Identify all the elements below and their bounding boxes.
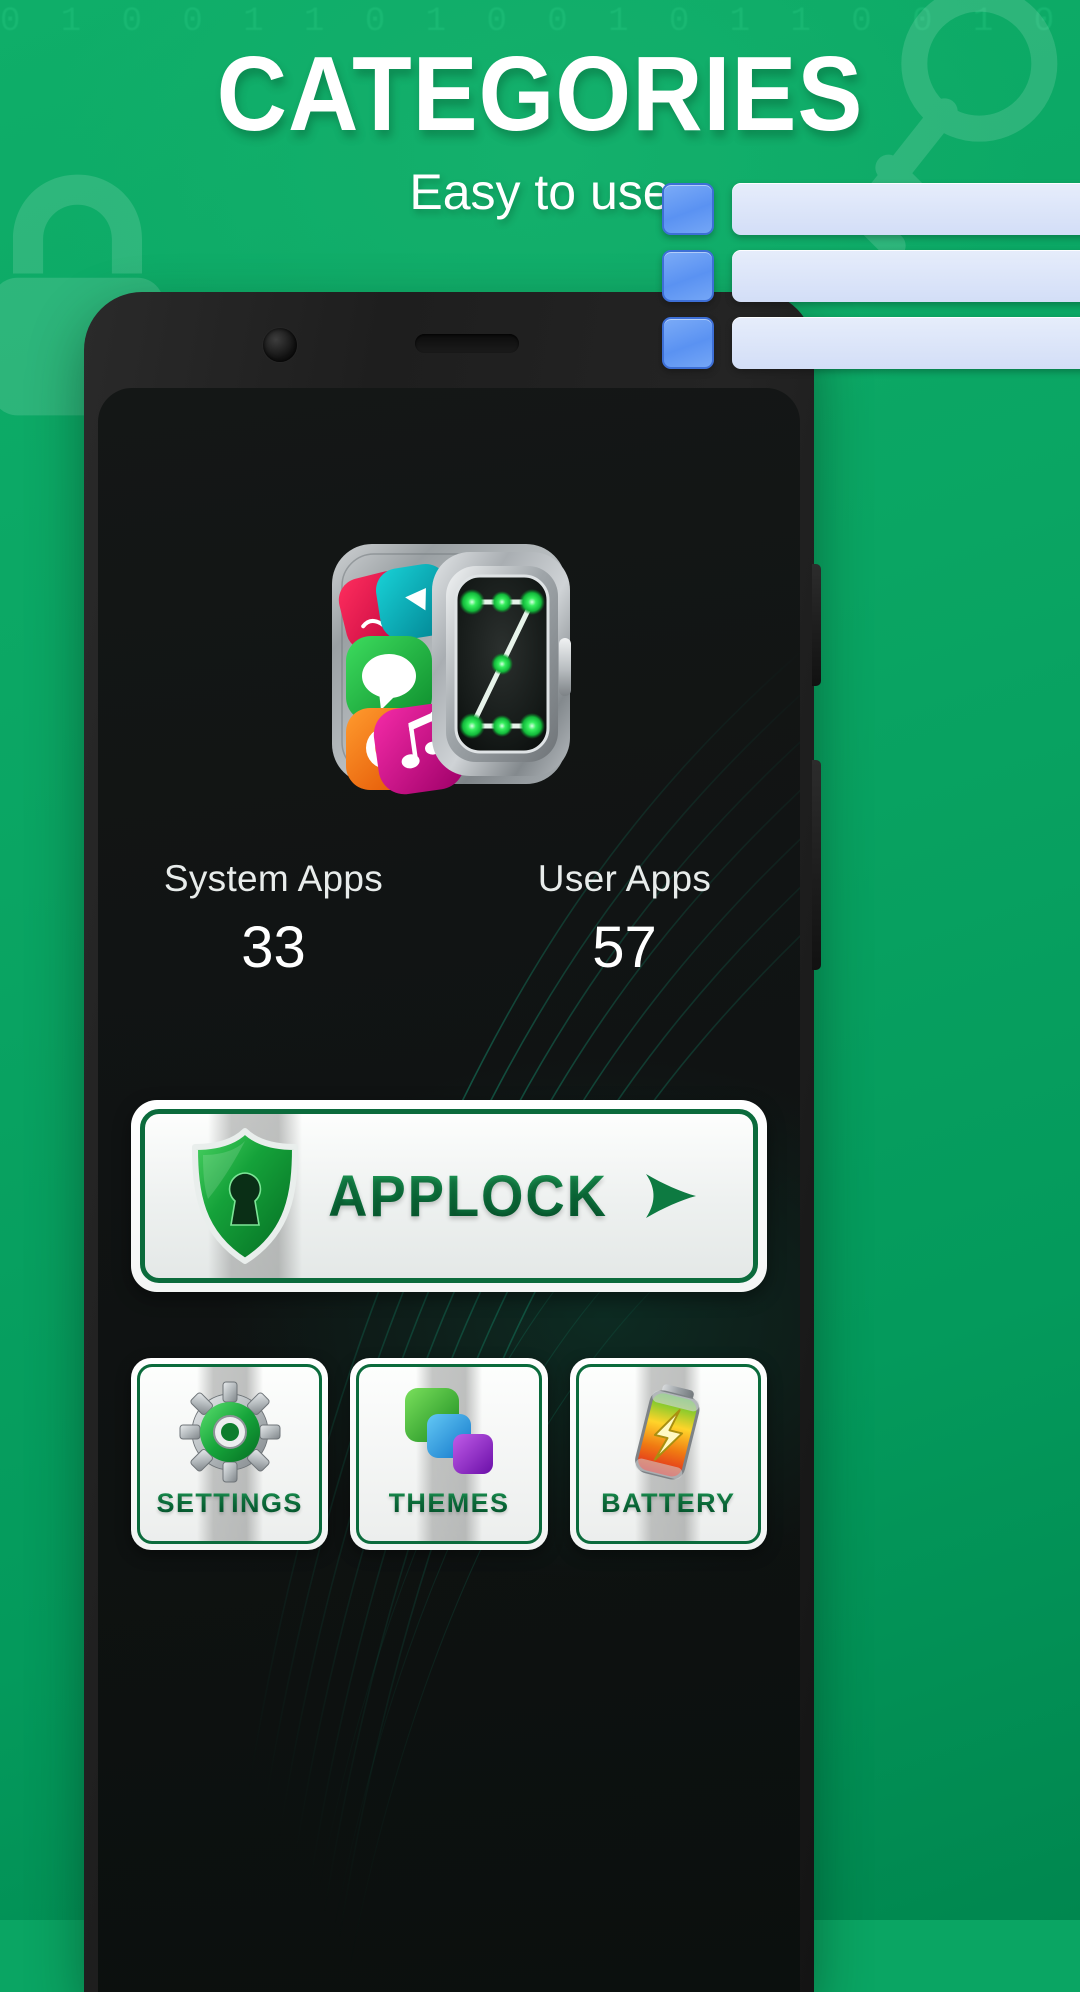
applock-button-inner: APPLOCK	[140, 1109, 758, 1283]
category-card-themes[interactable]: THEMES	[350, 1358, 548, 1550]
stat-system-apps: System Apps 33	[98, 858, 449, 981]
phone-power-button[interactable]	[812, 760, 821, 970]
list-item[interactable]	[662, 317, 1080, 369]
category-card-inner: BATTERY	[575, 1364, 761, 1544]
category-label: BATTERY	[601, 1488, 736, 1518]
phone-volume-button[interactable]	[812, 564, 821, 686]
category-card-settings[interactable]: SETTINGS	[131, 1358, 329, 1550]
category-label: SETTINGS	[156, 1488, 303, 1518]
widget-bar-3	[732, 317, 1080, 369]
category-card-battery[interactable]: BATTERY	[569, 1358, 767, 1550]
category-card-inner: THEMES	[356, 1364, 542, 1544]
widget-checkbox-2[interactable]	[662, 250, 714, 302]
applock-label: APPLOCK	[305, 1163, 630, 1230]
widget-checkbox-3[interactable]	[662, 317, 714, 369]
list-item[interactable]	[662, 250, 1080, 302]
camera-icon	[263, 328, 297, 362]
overlapping-squares-icon	[404, 1388, 493, 1474]
earpiece-speaker-icon	[415, 334, 519, 353]
category-card-inner: SETTINGS	[137, 1364, 323, 1544]
widget-checkbox-1[interactable]	[662, 183, 714, 235]
shield-keyhole-icon	[192, 1128, 298, 1264]
applock-button[interactable]: APPLOCK	[131, 1100, 767, 1292]
category-label: THEMES	[388, 1488, 510, 1518]
phone-screen: System Apps 33 User Apps 57 APPLOCK SETT…	[98, 388, 800, 1992]
stat-user-apps: User Apps 57	[449, 858, 800, 981]
app-stats-row: System Apps 33 User Apps 57	[98, 858, 800, 981]
floating-list-widget	[662, 183, 1080, 369]
app-vault-icon	[332, 544, 571, 795]
battery-icon	[635, 1384, 700, 1480]
stat-label: User Apps	[537, 858, 712, 899]
category-cards-row: SETTINGS THEMES BATTERY	[131, 1358, 767, 1550]
stat-value: 57	[592, 915, 657, 980]
page-title: CATEGORIES	[216, 35, 864, 153]
stat-label: System Apps	[163, 858, 384, 899]
widget-bar-1	[732, 183, 1080, 235]
arrow-right-icon	[646, 1174, 696, 1218]
phone-device-mockup: System Apps 33 User Apps 57 APPLOCK SETT…	[84, 292, 821, 1992]
stat-value: 33	[241, 915, 306, 980]
gear-icon	[179, 1381, 281, 1483]
list-item[interactable]	[662, 183, 1080, 235]
widget-bar-2	[732, 250, 1080, 302]
